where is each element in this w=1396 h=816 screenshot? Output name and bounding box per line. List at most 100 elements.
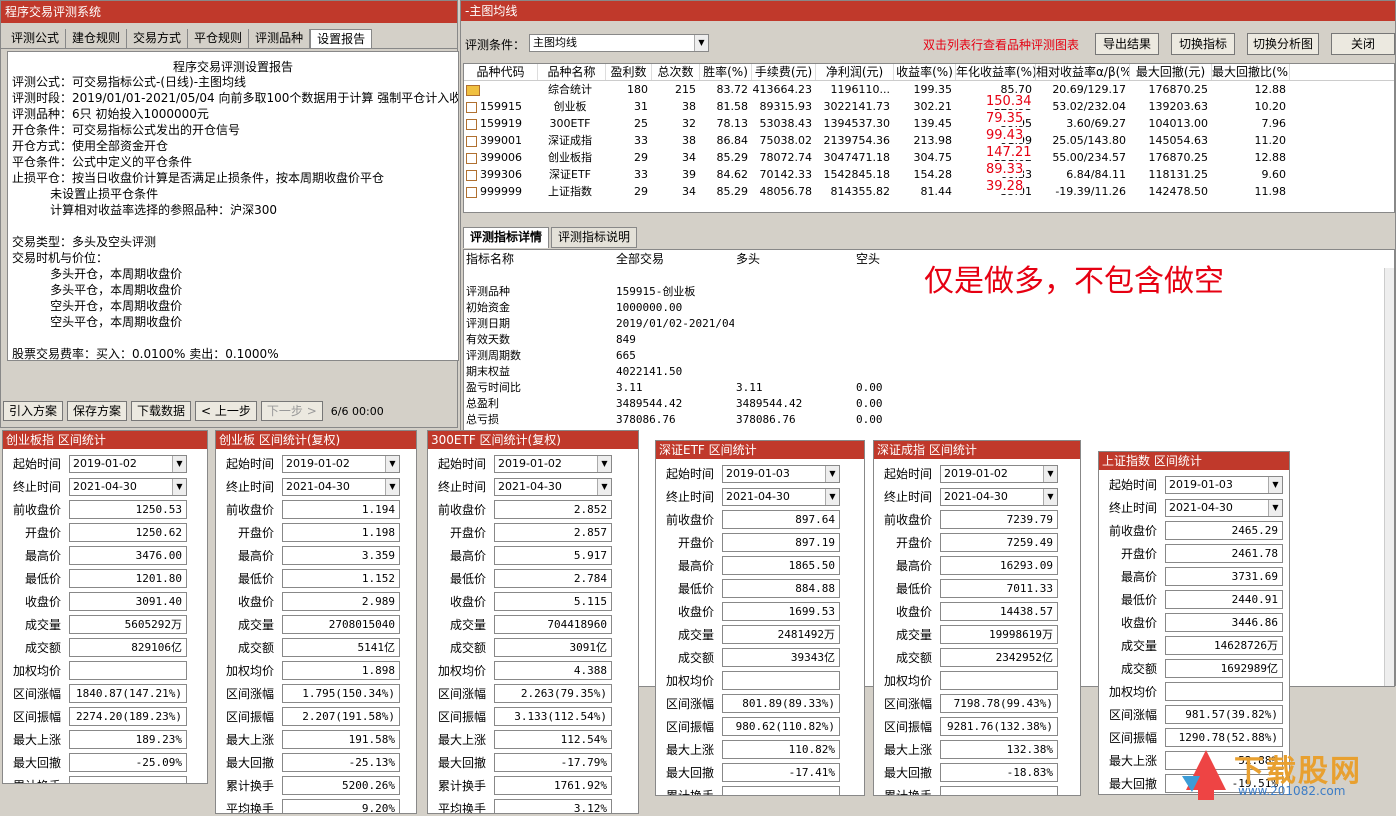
export-results-button[interactable]: 导出结果 [1095,33,1159,55]
chevron-down-icon[interactable]: ▼ [1268,476,1282,493]
stat-label: 最大上涨 [665,743,714,757]
switch-indicator-button[interactable]: 切换指标 [1171,33,1235,55]
table-cell: 304.75 [913,151,953,164]
stat-row: 收盘价 1699.53 [656,600,864,623]
chevron-down-icon[interactable]: ▼ [597,455,611,472]
column-header[interactable]: 品种代码 [464,64,538,80]
tab-5[interactable]: 设置报告 [310,29,373,48]
table-row[interactable]: 399001 深证成指 33 38 86.84 75038.02 2139754.36 213… [464,132,1394,149]
tab-1[interactable]: 建仓规则 [66,29,128,48]
date-select[interactable]: 2019-01-02 ▼ [69,454,187,473]
stat-value: 5605292万 [69,615,187,634]
date-select[interactable]: 2019-01-03 ▼ [1165,475,1283,494]
date-select[interactable]: 2019-01-02 ▼ [494,454,612,473]
date-value: 2019-01-02 [498,456,562,470]
tab-detail[interactable]: 评测指标详情 [463,227,550,248]
column-header[interactable]: 年化收益率(%) [956,64,1036,80]
stat-value: 3.359 [282,546,400,565]
chevron-down-icon[interactable]: ▼ [825,465,839,482]
date-select[interactable]: 2021-04-30 ▼ [69,477,187,496]
tab-0[interactable]: 评测公式 [5,29,67,48]
column-header[interactable]: 最大回撤比(%) [1212,64,1290,80]
chevron-down-icon[interactable]: ▼ [172,478,186,495]
save-plan-button[interactable]: 保存方案 [67,401,128,421]
table-row[interactable]: 399306 深证ETF 33 39 84.62 70142.33 1542845.18 15… [464,166,1394,183]
download-data-button[interactable]: 下载数据 [131,401,192,421]
stat-value [1165,682,1283,701]
chevron-down-icon[interactable]: ▼ [385,478,399,495]
detail-cell: 665 [616,349,636,362]
table-cell: 399001 [480,134,522,147]
tab-explanation[interactable]: 评测指标说明 [551,227,638,248]
tab-2[interactable]: 交易方式 [127,29,189,48]
stat-row: 最大回撤 -17.41% [656,761,864,784]
stat-label: 最大上涨 [225,733,274,747]
date-select[interactable]: 2021-04-30 ▼ [722,487,840,506]
stat-row: 前收盘价 1250.53 [3,498,207,521]
date-select[interactable]: 2021-04-30 ▼ [494,477,612,496]
table-row[interactable]: 159915 创业板 31 38 81.58 89315.93 3022141.73 302.… [464,98,1394,115]
date-select[interactable]: 2021-04-30 ▼ [940,487,1058,506]
next-step-button[interactable]: 下一步 > [260,401,323,421]
stat-value: 2.852 [494,500,612,519]
detail-row: 总盈利 3489544.42 3489544.42 0.00 [464,396,1394,412]
column-header[interactable]: 手续费(元) [752,64,816,80]
detail-cell: 4022141.50 [616,365,683,378]
table-cell: 20.69/129.17 [1052,83,1126,96]
column-header[interactable]: 胜率(%) [700,64,752,80]
table-cell: 25 [634,117,648,130]
stat-panel: 深证ETF 区间统计 起始时间 2019-01-03 ▼ 终止时间 2021-04-30 ▼… [655,440,865,796]
column-header[interactable]: 相对收益率α/β(%) [1036,64,1130,80]
date-select[interactable]: 2019-01-03 ▼ [722,464,840,483]
condition-select[interactable]: 主图均线 ▼ [529,34,709,52]
chevron-down-icon[interactable]: ▼ [597,478,611,495]
date-select[interactable]: 2019-01-02 ▼ [282,454,400,473]
chevron-down-icon[interactable]: ▼ [385,455,399,472]
column-header[interactable]: 收益率(%) [894,64,956,80]
column-header[interactable]: 盈利数 [606,64,652,80]
detail-cell [854,364,954,380]
date-select[interactable]: 2021-04-30 ▼ [282,477,400,496]
column-header[interactable]: 品种名称 [538,64,606,80]
column-header[interactable]: 最大回撤(元) [1130,64,1212,80]
chevron-down-icon[interactable]: ▼ [825,488,839,505]
detail-cell [734,268,854,284]
chevron-down-icon[interactable]: ▼ [1043,465,1057,482]
prev-step-button[interactable]: < 上一步 [195,401,257,421]
column-header[interactable]: 总次数 [652,64,700,80]
stat-value: 1.194 [282,500,400,519]
stat-label: 加权均价 [1108,685,1157,699]
stat-value: 3476.00 [69,546,187,565]
close-button[interactable]: 关闭 [1331,33,1395,55]
scrollbar[interactable] [1384,268,1394,686]
chevron-down-icon[interactable]: ▼ [1043,488,1057,505]
table-row[interactable]: 999999 上证指数 29 34 85.29 48056.78 814355.82 81.4… [464,183,1394,200]
stat-label: 终止时间 [665,490,714,504]
date-select[interactable]: 2019-01-02 ▼ [940,464,1058,483]
switch-chart-button[interactable]: 切换分析图 [1247,33,1319,55]
stat-row: 最大上涨 132.38% [874,738,1080,761]
stat-label: 终止时间 [225,480,274,494]
date-select[interactable]: 2021-04-30 ▼ [1165,498,1283,517]
table-cell: 300ETF [549,117,591,130]
tab-3[interactable]: 平仓规则 [188,29,250,48]
chevron-down-icon[interactable]: ▼ [694,35,708,51]
table-cell: 深证ETF [549,168,591,181]
stat-label: 终止时间 [1108,501,1157,515]
column-header[interactable]: 净利润(元) [816,64,894,80]
chevron-down-icon[interactable]: ▼ [172,455,186,472]
table-cell: 89315.93 [759,100,813,113]
import-plan-button[interactable]: 引入方案 [3,401,64,421]
table-row[interactable]: 综合统计 180 215 83.72 413664.23 1196110... 199.35… [464,81,1394,98]
stat-label: 成交额 [449,641,486,655]
detail-cell: 评测周期数 [466,349,521,362]
detail-cell: 盈亏时间比 [466,381,521,394]
chevron-down-icon[interactable]: ▼ [1268,499,1282,516]
stat-value [69,661,187,680]
table-cell: 53.02/232.04 [1052,100,1126,113]
stat-value: -18.83% [940,763,1058,782]
tab-4[interactable]: 评测品种 [249,29,311,48]
table-row[interactable]: 159919 300ETF 25 32 78.13 53038.43 1394537.30 1… [464,115,1394,132]
stat-panel-title: 上证指数 区间统计 [1099,452,1289,470]
table-row[interactable]: 399006 创业板指 29 34 85.29 78072.74 3047471.18 304… [464,149,1394,166]
